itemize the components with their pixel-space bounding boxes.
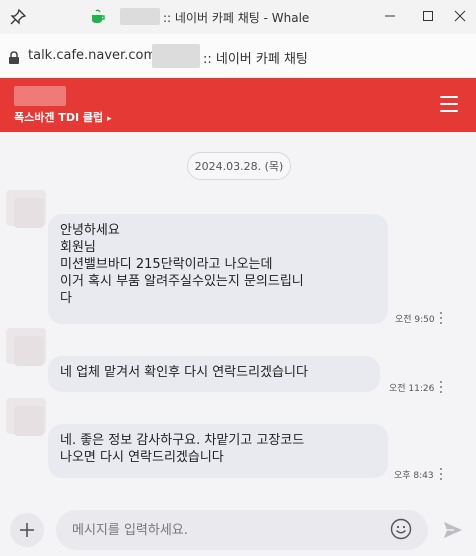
chat-messages: 2024.03.28. (목) 안녕하세요 회원님 미션밸브바디 215단락이라… — [0, 132, 476, 504]
message-bubble[interactable]: 네 업체 맡겨서 확인후 다시 연락드리겠습니다 — [48, 356, 380, 392]
redacted-title-block — [120, 8, 160, 25]
message-line: 다 — [60, 291, 72, 306]
avatar[interactable] — [6, 190, 46, 228]
avatar[interactable] — [6, 398, 46, 436]
message-line: 회원님 — [60, 240, 96, 255]
message-input[interactable] — [56, 510, 428, 550]
url-host: talk.cafe.naver.com — [28, 48, 157, 63]
cafe-name-link[interactable]: 폭스바겐 TDI 클럽 ▸ — [14, 109, 111, 125]
redacted-avatar-block — [14, 86, 66, 106]
message-line: 미션밸브바디 215단락이라고 나오는데 — [60, 257, 273, 272]
message-line: 나오면 다시 연락드리겠습니다 — [60, 450, 224, 465]
message-bubble[interactable]: 안녕하세요 회원님 미션밸브바디 215단락이라고 나오는데 이거 혹시 부품 … — [48, 214, 388, 324]
message-bubble[interactable]: 네. 좋은 정보 감사하구요. 차맡기고 고장코드 나오면 다시 연락드리겠습니… — [48, 424, 388, 478]
close-icon[interactable] — [448, 4, 472, 28]
window-titlebar: :: 네이버 카페 채팅 - Whale — [0, 0, 476, 34]
date-divider: 2024.03.28. (목) — [187, 152, 291, 180]
cafe-name-label: 폭스바겐 TDI 클럽 — [14, 111, 104, 124]
chevron-right-icon: ▸ — [106, 114, 112, 124]
emoji-icon[interactable] — [390, 518, 412, 540]
attach-button[interactable] — [10, 513, 44, 547]
chat-header: 폭스바겐 TDI 클럽 ▸ — [0, 78, 476, 132]
more-options-icon[interactable] — [440, 468, 444, 480]
message-time: 오후 8:43 — [394, 471, 434, 481]
message-line: 네 업체 맡겨서 확인후 다시 연락드리겠습니다 — [60, 365, 308, 380]
message-time: 오전 11:26 — [389, 384, 435, 394]
send-icon[interactable] — [442, 519, 464, 541]
whale-cup-icon — [90, 9, 106, 25]
avatar[interactable] — [6, 328, 46, 366]
message-line: 이거 혹시 부품 알려주실수있는지 문의드립니 — [60, 274, 304, 289]
message-line: 네. 좋은 정보 감사하구요. 차맡기고 고장코드 — [60, 433, 305, 448]
url-path: :: 네이버 카페 채팅 — [203, 52, 308, 67]
address-bar[interactable]: talk.cafe.naver.com :: 네이버 카페 채팅 — [0, 34, 476, 78]
plus-icon — [20, 523, 34, 537]
pin-icon[interactable] — [8, 7, 28, 27]
redacted-url-block — [152, 44, 200, 68]
more-options-icon[interactable] — [440, 381, 444, 393]
message-time: 오전 9:50 — [395, 315, 435, 325]
lock-icon — [8, 50, 20, 64]
message-composer — [0, 504, 476, 556]
hamburger-menu-icon[interactable] — [440, 96, 458, 112]
window-title: :: 네이버 카페 채팅 - Whale — [163, 11, 310, 25]
maximize-icon[interactable] — [416, 4, 440, 28]
more-options-icon[interactable] — [440, 312, 444, 324]
minimize-icon[interactable] — [378, 4, 402, 28]
message-line: 안녕하세요 — [60, 223, 120, 238]
